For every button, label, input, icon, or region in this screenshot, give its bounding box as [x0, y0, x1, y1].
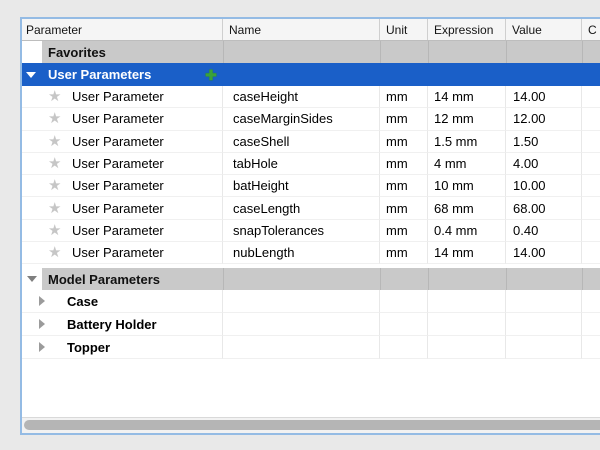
parameter-name[interactable]: batHeight: [223, 175, 380, 197]
model-group-row-topper[interactable]: Topper: [22, 336, 600, 359]
parameter-expression[interactable]: 12 mm: [428, 108, 506, 130]
model-group-row-case[interactable]: Case: [22, 290, 600, 313]
parameter-row[interactable]: ★ User Parameter caseMarginSides mm 12 mm…: [22, 108, 600, 130]
parameter-type-label: User Parameter: [72, 156, 164, 171]
column-header-name[interactable]: Name: [223, 19, 380, 40]
model-parameters-group-label: Model Parameters: [42, 268, 600, 290]
parameter-name[interactable]: nubLength: [223, 242, 380, 264]
parameter-expression[interactable]: 1.5 mm: [428, 131, 506, 153]
collapse-triangle-icon[interactable]: [26, 72, 36, 78]
parameter-comment[interactable]: [582, 242, 600, 264]
parameter-name[interactable]: caseLength: [223, 197, 380, 219]
expand-triangle-icon[interactable]: [39, 319, 45, 329]
favorite-star-icon[interactable]: ★: [48, 111, 64, 126]
parameter-type-label: User Parameter: [72, 201, 164, 216]
parameter-name[interactable]: caseHeight: [223, 86, 380, 108]
parameter-name[interactable]: caseShell: [223, 131, 380, 153]
parameters-table: Parameter Name Unit Expression Value C F…: [20, 17, 600, 435]
parameter-comment[interactable]: [582, 197, 600, 219]
parameter-unit: mm: [380, 153, 428, 175]
parameter-type-label: User Parameter: [72, 223, 164, 238]
expand-triangle-icon[interactable]: [39, 342, 45, 352]
parameter-row[interactable]: ★ User Parameter snapTolerances mm 0.4 mm…: [22, 220, 600, 242]
favorite-star-icon[interactable]: ★: [48, 201, 64, 216]
parameter-row[interactable]: ★ User Parameter tabHole mm 4 mm 4.00: [22, 153, 600, 175]
favorites-group-row[interactable]: Favorites: [22, 41, 600, 63]
parameter-comment[interactable]: [582, 153, 600, 175]
table-header: Parameter Name Unit Expression Value C: [22, 19, 600, 41]
parameter-comment[interactable]: [582, 131, 600, 153]
parameter-value: 12.00: [506, 108, 582, 130]
favorite-star-icon[interactable]: ★: [48, 245, 64, 260]
favorites-group-label: Favorites: [42, 41, 600, 63]
parameter-unit: mm: [380, 131, 428, 153]
parameter-value: 1.50: [506, 131, 582, 153]
favorite-star-icon[interactable]: ★: [48, 89, 64, 104]
plus-icon: ✚: [205, 68, 217, 82]
column-header-value[interactable]: Value: [506, 19, 582, 40]
model-parameters-expander-cell: [22, 268, 42, 290]
parameter-type-label: User Parameter: [72, 245, 164, 260]
model-group-row-battery-holder[interactable]: Battery Holder: [22, 313, 600, 336]
parameter-unit: mm: [380, 220, 428, 242]
parameter-unit: mm: [380, 242, 428, 264]
parameter-row[interactable]: ★ User Parameter caseLength mm 68 mm 68.0…: [22, 197, 600, 219]
parameter-row[interactable]: ★ User Parameter caseShell mm 1.5 mm 1.50: [22, 131, 600, 153]
parameter-row[interactable]: ★ User Parameter batHeight mm 10 mm 10.00: [22, 175, 600, 197]
parameter-name[interactable]: tabHole: [223, 153, 380, 175]
parameter-comment[interactable]: [582, 175, 600, 197]
parameter-value: 14.00: [506, 242, 582, 264]
table-empty-area: [22, 359, 600, 417]
parameter-value: 4.00: [506, 153, 582, 175]
favorite-star-icon[interactable]: ★: [48, 156, 64, 171]
horizontal-scrollbar-thumb[interactable]: [24, 420, 600, 430]
model-group-label: Battery Holder: [67, 317, 157, 332]
user-parameters-group-row[interactable]: User Parameters ✚: [22, 63, 600, 86]
horizontal-scrollbar[interactable]: [22, 417, 600, 433]
add-user-parameter-button[interactable]: ✚: [203, 63, 219, 86]
parameter-row[interactable]: ★ User Parameter caseHeight mm 14 mm 14.0…: [22, 86, 600, 108]
model-group-label: Topper: [67, 340, 110, 355]
favorites-expander-cell: [22, 41, 42, 63]
expand-triangle-icon[interactable]: [39, 296, 45, 306]
parameter-expression[interactable]: 0.4 mm: [428, 220, 506, 242]
model-group-label: Case: [67, 294, 98, 309]
parameters-dialog: Parameter Name Unit Expression Value C F…: [0, 0, 600, 450]
parameter-value: 10.00: [506, 175, 582, 197]
parameter-type-label: User Parameter: [72, 111, 164, 126]
column-header-expression[interactable]: Expression: [428, 19, 506, 40]
model-parameters-group-row[interactable]: Model Parameters: [22, 268, 600, 290]
parameter-name[interactable]: caseMarginSides: [223, 108, 380, 130]
parameter-type-label: User Parameter: [72, 178, 164, 193]
parameter-expression[interactable]: 14 mm: [428, 86, 506, 108]
parameter-row[interactable]: ★ User Parameter nubLength mm 14 mm 14.00: [22, 242, 600, 264]
column-header-parameter[interactable]: Parameter: [22, 19, 223, 40]
parameter-value: 68.00: [506, 197, 582, 219]
parameter-unit: mm: [380, 175, 428, 197]
collapse-triangle-icon[interactable]: [27, 276, 37, 282]
favorite-star-icon[interactable]: ★: [48, 178, 64, 193]
parameter-unit: mm: [380, 86, 428, 108]
parameter-value: 0.40: [506, 220, 582, 242]
parameter-type-label: User Parameter: [72, 89, 164, 104]
parameter-expression[interactable]: 4 mm: [428, 153, 506, 175]
parameter-comment[interactable]: [582, 86, 600, 108]
parameter-name[interactable]: snapTolerances: [223, 220, 380, 242]
column-header-comments[interactable]: C: [582, 19, 600, 40]
parameter-value: 14.00: [506, 86, 582, 108]
parameter-unit: mm: [380, 197, 428, 219]
favorite-star-icon[interactable]: ★: [48, 223, 64, 238]
parameter-expression[interactable]: 14 mm: [428, 242, 506, 264]
parameter-comment[interactable]: [582, 108, 600, 130]
parameter-unit: mm: [380, 108, 428, 130]
column-header-unit[interactable]: Unit: [380, 19, 428, 40]
favorite-star-icon[interactable]: ★: [48, 134, 64, 149]
parameter-type-label: User Parameter: [72, 134, 164, 149]
user-parameters-group-label: User Parameters: [48, 67, 151, 82]
parameter-expression[interactable]: 10 mm: [428, 175, 506, 197]
parameter-comment[interactable]: [582, 220, 600, 242]
parameter-expression[interactable]: 68 mm: [428, 197, 506, 219]
